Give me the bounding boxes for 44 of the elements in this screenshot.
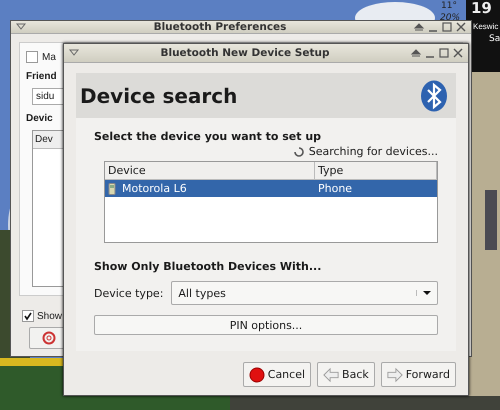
field-label: Device type: xyxy=(94,286,164,300)
window-menu-icon[interactable] xyxy=(68,48,80,58)
page-heading: Device search xyxy=(80,84,238,108)
pin-options-button[interactable]: PIN options... xyxy=(94,315,438,335)
checkbox-label: Show xyxy=(37,310,62,322)
section-label: Friend xyxy=(26,71,57,82)
spinner-icon xyxy=(294,146,304,156)
column-header[interactable]: Type xyxy=(315,162,437,180)
checkbox-label: Ma xyxy=(42,52,56,62)
weather-location: Keswic xyxy=(473,22,498,31)
shade-icon[interactable] xyxy=(413,21,425,33)
column-header[interactable]: Device xyxy=(105,162,315,180)
bluetooth-icon xyxy=(420,80,448,112)
weather-date: 19 xyxy=(471,0,492,17)
device-type-dropdown[interactable]: All types xyxy=(171,281,438,305)
table-cell: Motorola L6 xyxy=(122,182,187,195)
checkmark-icon xyxy=(23,311,33,321)
section-heading: Show Only Bluetooth Devices With... xyxy=(94,260,322,273)
maximize-icon[interactable] xyxy=(441,21,453,33)
table-row[interactable]: Motorola L6 Phone xyxy=(105,180,437,197)
maximize-icon[interactable] xyxy=(438,47,450,59)
arrow-left-icon xyxy=(323,366,340,382)
window-title: Bluetooth Preferences xyxy=(152,21,288,33)
weather-temperature: 11° xyxy=(441,1,457,11)
arrow-right-icon xyxy=(386,366,403,382)
close-icon[interactable] xyxy=(455,21,467,33)
shade-icon[interactable] xyxy=(410,47,422,59)
back-button[interactable]: Back xyxy=(317,362,375,387)
close-icon[interactable] xyxy=(452,47,464,59)
section-label: Devic xyxy=(26,113,53,124)
cancel-button[interactable]: Cancel xyxy=(242,362,312,387)
window-title: Bluetooth New Device Setup xyxy=(159,47,331,59)
weather-humidity: 20% xyxy=(440,13,460,23)
instruction-text: Select the device you want to set up xyxy=(94,130,322,143)
phone-icon xyxy=(108,182,116,194)
table-cell-text: Phone xyxy=(317,182,354,195)
lifebuoy-icon xyxy=(42,331,56,345)
weather-weekday: Sa xyxy=(489,34,500,44)
forward-button[interactable]: Forward xyxy=(380,362,456,387)
checkbox[interactable] xyxy=(22,310,34,322)
window-menu-icon[interactable] xyxy=(15,22,27,32)
stop-icon xyxy=(248,366,265,382)
checkbox[interactable] xyxy=(26,51,38,63)
status-text: Searching for devices... xyxy=(308,145,438,158)
